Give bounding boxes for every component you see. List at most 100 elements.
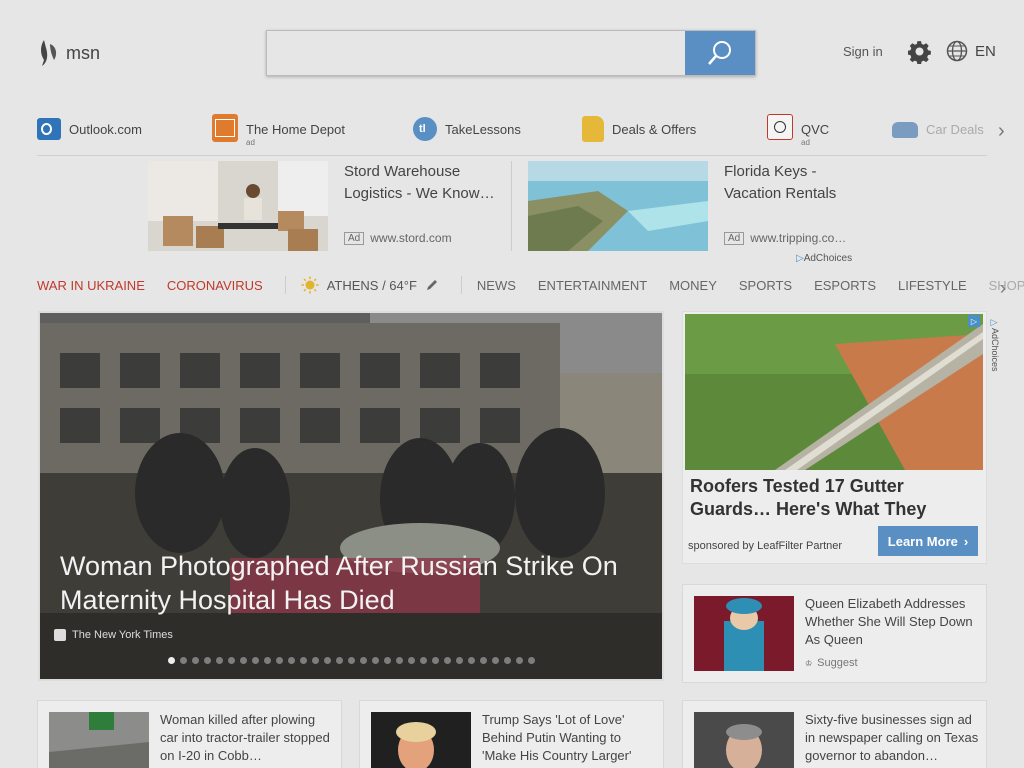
quick-links-bar: Outlook.com The Home Depot ad tl TakeLes… [37, 114, 987, 156]
adchoices-vertical[interactable]: ▷AdChoices [990, 318, 1000, 372]
news-card[interactable]: Woman killed after plowing car into trac… [37, 700, 342, 768]
pencil-icon[interactable] [425, 278, 439, 292]
card-thumbnail [371, 712, 471, 768]
ad-image [685, 314, 983, 470]
adchoices-icon: ▷ [796, 253, 804, 264]
slide-dot[interactable] [360, 657, 367, 664]
slide-dot[interactable] [456, 657, 463, 664]
slide-dot[interactable] [420, 657, 427, 664]
sponsored-ad[interactable]: Roofers Tested 17 Gutter Guards… Here's … [682, 311, 987, 564]
weather-widget[interactable]: ATHENS / 64°F [301, 276, 439, 294]
quicklink-home-depot[interactable]: The Home Depot ad [212, 114, 345, 147]
language-selector[interactable]: EN [946, 40, 996, 62]
adchoices-label: AdChoices [803, 253, 853, 264]
language-label: EN [975, 42, 996, 60]
price-tag-icon [582, 116, 604, 142]
ad-title: Stord Warehouse Logistics - We Know… [344, 163, 495, 202]
weather-label: ATHENS / 64°F [326, 277, 417, 293]
slide-dot[interactable] [336, 657, 343, 664]
outlook-icon [37, 118, 61, 140]
nav-lifestyle[interactable]: LIFESTYLE [898, 278, 967, 293]
nav-coronavirus[interactable]: CORONAVIRUS [167, 278, 263, 293]
learn-more-button[interactable]: Learn More › [878, 526, 978, 556]
quicklink-label: QVC [801, 122, 830, 137]
slide-dot[interactable] [204, 657, 211, 664]
slide-dot[interactable] [384, 657, 391, 664]
chevron-right-icon[interactable]: › [998, 120, 1005, 143]
nav-shopping[interactable]: SHOPPING [989, 278, 1024, 293]
ad-footer: Ad www.tripping.co… [724, 231, 846, 245]
adchoices-icon: ▷ [990, 318, 1000, 328]
nav-war-in-ukraine[interactable]: WAR IN UKRAINE [37, 278, 145, 293]
search-icon [708, 41, 731, 65]
slide-dot[interactable] [444, 657, 451, 664]
sign-in-link[interactable]: Sign in [843, 44, 883, 59]
adchoices-link[interactable]: ▷AdChoices [796, 253, 852, 264]
slide-dot[interactable] [348, 657, 355, 664]
slide-dot[interactable] [264, 657, 271, 664]
slide-dot[interactable] [216, 657, 223, 664]
quicklink-label: The Home Depot [246, 122, 345, 137]
nav-separator [460, 276, 462, 294]
slide-dot[interactable] [252, 657, 259, 664]
msn-logo[interactable]: msn [38, 38, 100, 68]
card-thumbnail [694, 712, 794, 768]
slide-dot[interactable] [324, 657, 331, 664]
adchoices-label: AdChoices [990, 328, 1000, 372]
slide-dot[interactable] [408, 657, 415, 664]
ad-url: www.tripping.co… [750, 231, 847, 245]
slide-dot[interactable] [168, 657, 175, 664]
slide-dot[interactable] [516, 657, 523, 664]
nav-money[interactable]: MONEY [669, 278, 717, 293]
quicklink-outlook[interactable]: Outlook.com [37, 114, 142, 140]
adchoices-icon[interactable]: ▷ [968, 315, 980, 327]
ad-card-tripping[interactable]: Florida Keys - Vacation Rentals Ad www.t… [528, 161, 858, 251]
nav-entertainment[interactable]: ENTERTAINMENT [538, 278, 647, 293]
qvc-icon [767, 114, 793, 140]
nav-sports[interactable]: SPORTS [739, 278, 792, 293]
chevron-right-icon[interactable]: › [1000, 278, 1006, 299]
sun-icon [301, 276, 319, 294]
slide-dot[interactable] [492, 657, 499, 664]
ad-badge: Ad [344, 231, 365, 245]
slide-dot[interactable] [276, 657, 283, 664]
slide-dot[interactable] [528, 657, 535, 664]
slide-dot[interactable] [432, 657, 439, 664]
slide-dot[interactable] [240, 657, 247, 664]
slide-dot[interactable] [288, 657, 295, 664]
nav-news[interactable]: NEWS [477, 278, 516, 293]
card-title: Sixty-five businesses sign ad in newspap… [805, 712, 979, 763]
slide-dot[interactable] [228, 657, 235, 664]
slide-dot[interactable] [468, 657, 475, 664]
slide-dot[interactable] [504, 657, 511, 664]
gear-icon[interactable] [908, 40, 932, 64]
chevron-right-icon: › [963, 533, 969, 549]
slide-dot[interactable] [300, 657, 307, 664]
news-card[interactable]: Sixty-five businesses sign ad in newspap… [682, 700, 987, 768]
car-icon [892, 122, 918, 138]
quicklink-qvc[interactable]: QVC ad [767, 114, 830, 147]
slide-dot[interactable] [312, 657, 319, 664]
quicklink-label: Deals & Offers [612, 122, 697, 137]
quicklink-car-deals[interactable]: Car Deals [892, 114, 984, 138]
quicklink-label: Car Deals [926, 122, 984, 137]
nav-esports[interactable]: ESPORTS [814, 278, 876, 293]
news-card[interactable]: Trump Says 'Lot of Love' Behind Putin Wa… [359, 700, 664, 768]
slide-dot[interactable] [396, 657, 403, 664]
ad-card-stord[interactable]: Stord Warehouse Logistics - We Know… Ad … [148, 161, 498, 251]
search-button[interactable] [685, 31, 755, 75]
quicklink-deals[interactable]: Deals & Offers [582, 114, 696, 142]
search-input[interactable] [267, 31, 685, 75]
ad-marker: ad [246, 138, 255, 147]
quicklink-takelessons[interactable]: tl TakeLessons [413, 114, 521, 141]
news-card[interactable]: Queen Elizabeth Addresses Whether She Wi… [682, 584, 987, 683]
hero-source-label: The New York Times [72, 629, 173, 641]
category-nav: WAR IN UKRAINE CORONAVIRUS ATHENS / 64°F… [37, 270, 1024, 300]
card-title: Queen Elizabeth Addresses Whether She Wi… [805, 596, 973, 647]
slide-dot[interactable] [480, 657, 487, 664]
slide-dot[interactable] [372, 657, 379, 664]
slide-dot[interactable] [180, 657, 187, 664]
card-thumbnail [694, 596, 794, 671]
hero-story[interactable]: Woman Photographed After Russian Strike … [38, 311, 664, 681]
slide-dot[interactable] [192, 657, 199, 664]
